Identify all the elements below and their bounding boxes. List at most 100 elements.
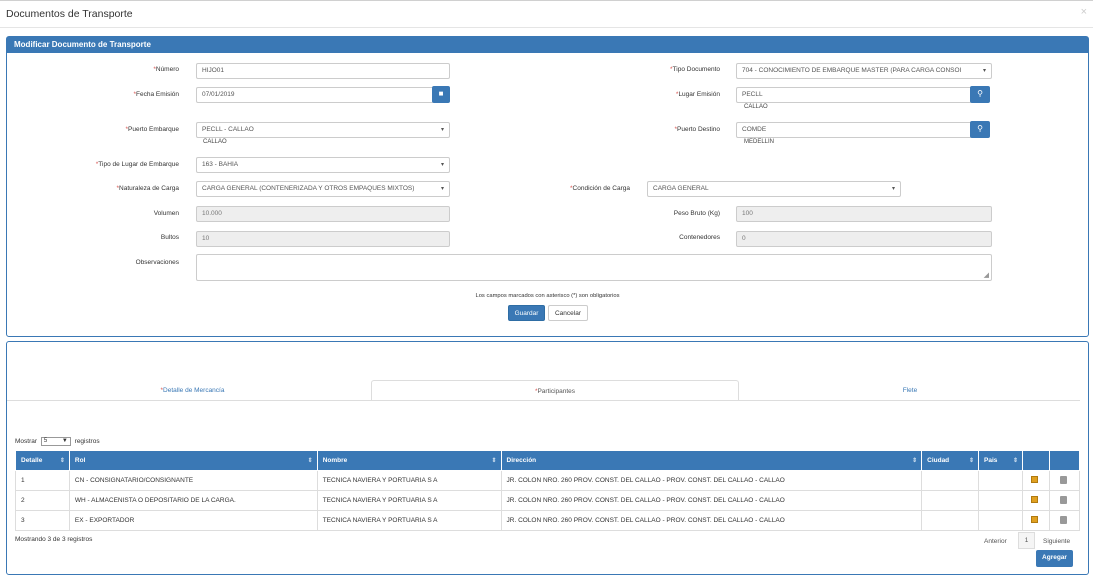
cancel-button[interactable]: Cancelar bbox=[548, 305, 588, 321]
cell-direccion: JR. COLON NRO. 260 PROV. CONST. DEL CALL… bbox=[500, 510, 923, 531]
lugar-emision-city: CALLAO bbox=[744, 104, 768, 110]
edit-icon[interactable] bbox=[1030, 496, 1038, 503]
save-button[interactable]: Guardar bbox=[508, 305, 545, 321]
cell-edit bbox=[1021, 510, 1050, 531]
tab-detalle-mercancia[interactable]: *Detalle de Mercancía bbox=[10, 380, 375, 401]
col-detalle[interactable]: Detalle ⇕ bbox=[15, 450, 70, 471]
puerto-embarque-label: *Puerto Embarque bbox=[125, 126, 179, 133]
col-rol[interactable]: Rol ⇕ bbox=[68, 450, 318, 471]
chevron-down-icon: ▾ bbox=[891, 186, 895, 192]
panel-title: Modificar Documento de Transporte bbox=[7, 37, 1088, 53]
sort-icon: ⇕ bbox=[912, 458, 918, 464]
participants-table: Detalle ⇕ Rol ⇕ Nombre ⇕ Dirección ⇕ Ciudad ⇕… bbox=[15, 450, 1081, 531]
cell-edit bbox=[1021, 470, 1050, 491]
lugar-emision-search-button[interactable]: ⚲ bbox=[970, 86, 990, 103]
page-length-select[interactable]: 5 ▼ bbox=[40, 437, 71, 446]
chevron-down-icon: ▾ bbox=[982, 68, 986, 74]
edit-icon[interactable] bbox=[1030, 516, 1038, 523]
col-ciudad[interactable]: Ciudad ⇕ bbox=[921, 450, 980, 471]
cell-ciudad bbox=[921, 490, 980, 511]
numero-input[interactable]: HIJO01 bbox=[196, 63, 450, 79]
fecha-emision-input[interactable]: 07/01/2019 bbox=[196, 87, 434, 103]
puerto-destino-label: *Puerto Destino bbox=[674, 126, 720, 133]
page-length-control: Mostrar 5 ▼ registros bbox=[15, 437, 100, 446]
cell-direccion: JR. COLON NRO. 260 PROV. CONST. DEL CALL… bbox=[500, 490, 923, 511]
naturaleza-carga-select[interactable]: CARGA GENERAL (CONTENERIZADA Y OTROS EMP… bbox=[196, 181, 450, 197]
puerto-embarque-city: CALLAO bbox=[203, 139, 227, 145]
peso-bruto-input[interactable]: 100 bbox=[736, 206, 992, 222]
puerto-embarque-select[interactable]: PECLL - CALLAO ▾ bbox=[196, 122, 450, 138]
modal-divider bbox=[0, 27, 1093, 28]
table-row: 3 EX - EXPORTADOR TECNICA NAVIERA Y PORT… bbox=[15, 510, 1081, 531]
cell-ciudad bbox=[921, 510, 980, 531]
observaciones-label: Observaciones bbox=[135, 259, 179, 266]
chevron-down-icon: ▾ bbox=[440, 127, 444, 133]
cell-pais bbox=[978, 490, 1023, 511]
tab-divider bbox=[7, 400, 1080, 401]
col-direccion[interactable]: Dirección ⇕ bbox=[500, 450, 923, 471]
prev-page-button[interactable]: Anterior bbox=[984, 538, 1007, 545]
edit-icon[interactable] bbox=[1030, 476, 1038, 483]
numero-label: *Número bbox=[153, 66, 179, 73]
calendar-button[interactable]: ■ bbox=[432, 86, 450, 103]
chevron-down-icon: ▾ bbox=[440, 162, 444, 168]
search-icon: ⚲ bbox=[977, 124, 983, 133]
puerto-destino-search-button[interactable]: ⚲ bbox=[970, 121, 990, 138]
col-edit bbox=[1021, 450, 1050, 471]
sort-icon: ⇕ bbox=[1012, 458, 1018, 464]
peso-bruto-label: Peso Bruto (Kg) bbox=[673, 210, 720, 217]
table-row: 1 CN - CONSIGNATARIO/CONSIGNANTE TECNICA… bbox=[15, 470, 1081, 491]
condicion-carga-label: *Condición de Carga bbox=[570, 185, 630, 192]
next-page-button[interactable]: Siguiente bbox=[1043, 538, 1070, 545]
required-fields-note: Los campos marcados con asterisco (*) so… bbox=[475, 293, 620, 299]
cell-detalle: 1 bbox=[15, 470, 70, 491]
cell-nombre: TECNICA NAVIERA Y PORTUARIA S A bbox=[316, 490, 502, 511]
tipo-documento-label: *Tipo Documento bbox=[670, 66, 720, 73]
cell-nombre: TECNICA NAVIERA Y PORTUARIA S A bbox=[316, 510, 502, 531]
cell-rol: WH - ALMACENISTA O DEPOSITARIO DE LA CAR… bbox=[68, 490, 318, 511]
cell-detalle: 2 bbox=[15, 490, 70, 511]
cell-ciudad bbox=[921, 470, 980, 491]
condicion-carga-select[interactable]: CARGA GENERAL ▾ bbox=[647, 181, 901, 197]
bultos-input[interactable]: 10 bbox=[196, 231, 450, 247]
cell-nombre: TECNICA NAVIERA Y PORTUARIA S A bbox=[316, 470, 502, 491]
cell-rol: EX - EXPORTADOR bbox=[68, 510, 318, 531]
add-button[interactable]: Agregar bbox=[1036, 550, 1073, 567]
col-pais[interactable]: Pais ⇕ bbox=[978, 450, 1023, 471]
trash-icon[interactable] bbox=[1059, 495, 1067, 504]
fecha-emision-label: *Fecha Emisión bbox=[133, 91, 179, 98]
tipo-lugar-embarque-select[interactable]: 163 - BAHIA ▾ bbox=[196, 157, 450, 173]
edit-document-panel: Modificar Documento de Transporte *Númer… bbox=[6, 36, 1089, 337]
bultos-label: Bultos bbox=[160, 234, 179, 241]
page-number-button[interactable]: 1 bbox=[1018, 532, 1035, 549]
tab-flete[interactable]: Flete bbox=[740, 380, 1080, 401]
cell-pais bbox=[978, 470, 1023, 491]
contenedores-label: Contenedores bbox=[679, 234, 720, 241]
sort-icon: ⇕ bbox=[307, 458, 313, 464]
cell-delete bbox=[1048, 470, 1081, 491]
trash-icon[interactable] bbox=[1059, 475, 1067, 484]
tab-participantes[interactable]: *Participantes bbox=[371, 380, 739, 401]
trash-icon[interactable] bbox=[1059, 515, 1067, 524]
tipo-documento-select[interactable]: 704 - CONOCIMIENTO DE EMBARQUE MASTER (P… bbox=[736, 63, 992, 79]
sort-icon: ⇕ bbox=[969, 458, 975, 464]
observaciones-textarea[interactable]: ◢ bbox=[196, 254, 992, 281]
cell-direccion: JR. COLON NRO. 260 PROV. CONST. DEL CALL… bbox=[500, 470, 923, 491]
puerto-destino-input[interactable]: COMDE bbox=[736, 122, 972, 138]
col-delete bbox=[1048, 450, 1081, 471]
volumen-input[interactable]: 10.000 bbox=[196, 206, 450, 222]
sort-icon: ⇕ bbox=[59, 458, 65, 464]
page-length-prefix: Mostrar bbox=[15, 438, 38, 446]
naturaleza-carga-label: *Naturaleza de Carga bbox=[116, 185, 179, 192]
tipo-lugar-embarque-label: *Tipo de Lugar de Embarque bbox=[95, 161, 179, 168]
modal-title: Documentos de Transporte bbox=[6, 8, 133, 20]
contenedores-input[interactable]: 0 bbox=[736, 231, 992, 247]
resize-handle-icon[interactable]: ◢ bbox=[984, 271, 989, 279]
cell-detalle: 3 bbox=[15, 510, 70, 531]
lugar-emision-label: *Lugar Emisión bbox=[675, 91, 720, 98]
top-border bbox=[0, 0, 1093, 1]
col-nombre[interactable]: Nombre ⇕ bbox=[316, 450, 502, 471]
close-icon[interactable]: × bbox=[1081, 6, 1087, 18]
lugar-emision-input[interactable]: PECLL bbox=[736, 87, 972, 103]
table-row: 2 WH - ALMACENISTA O DEPOSITARIO DE LA C… bbox=[15, 490, 1081, 511]
